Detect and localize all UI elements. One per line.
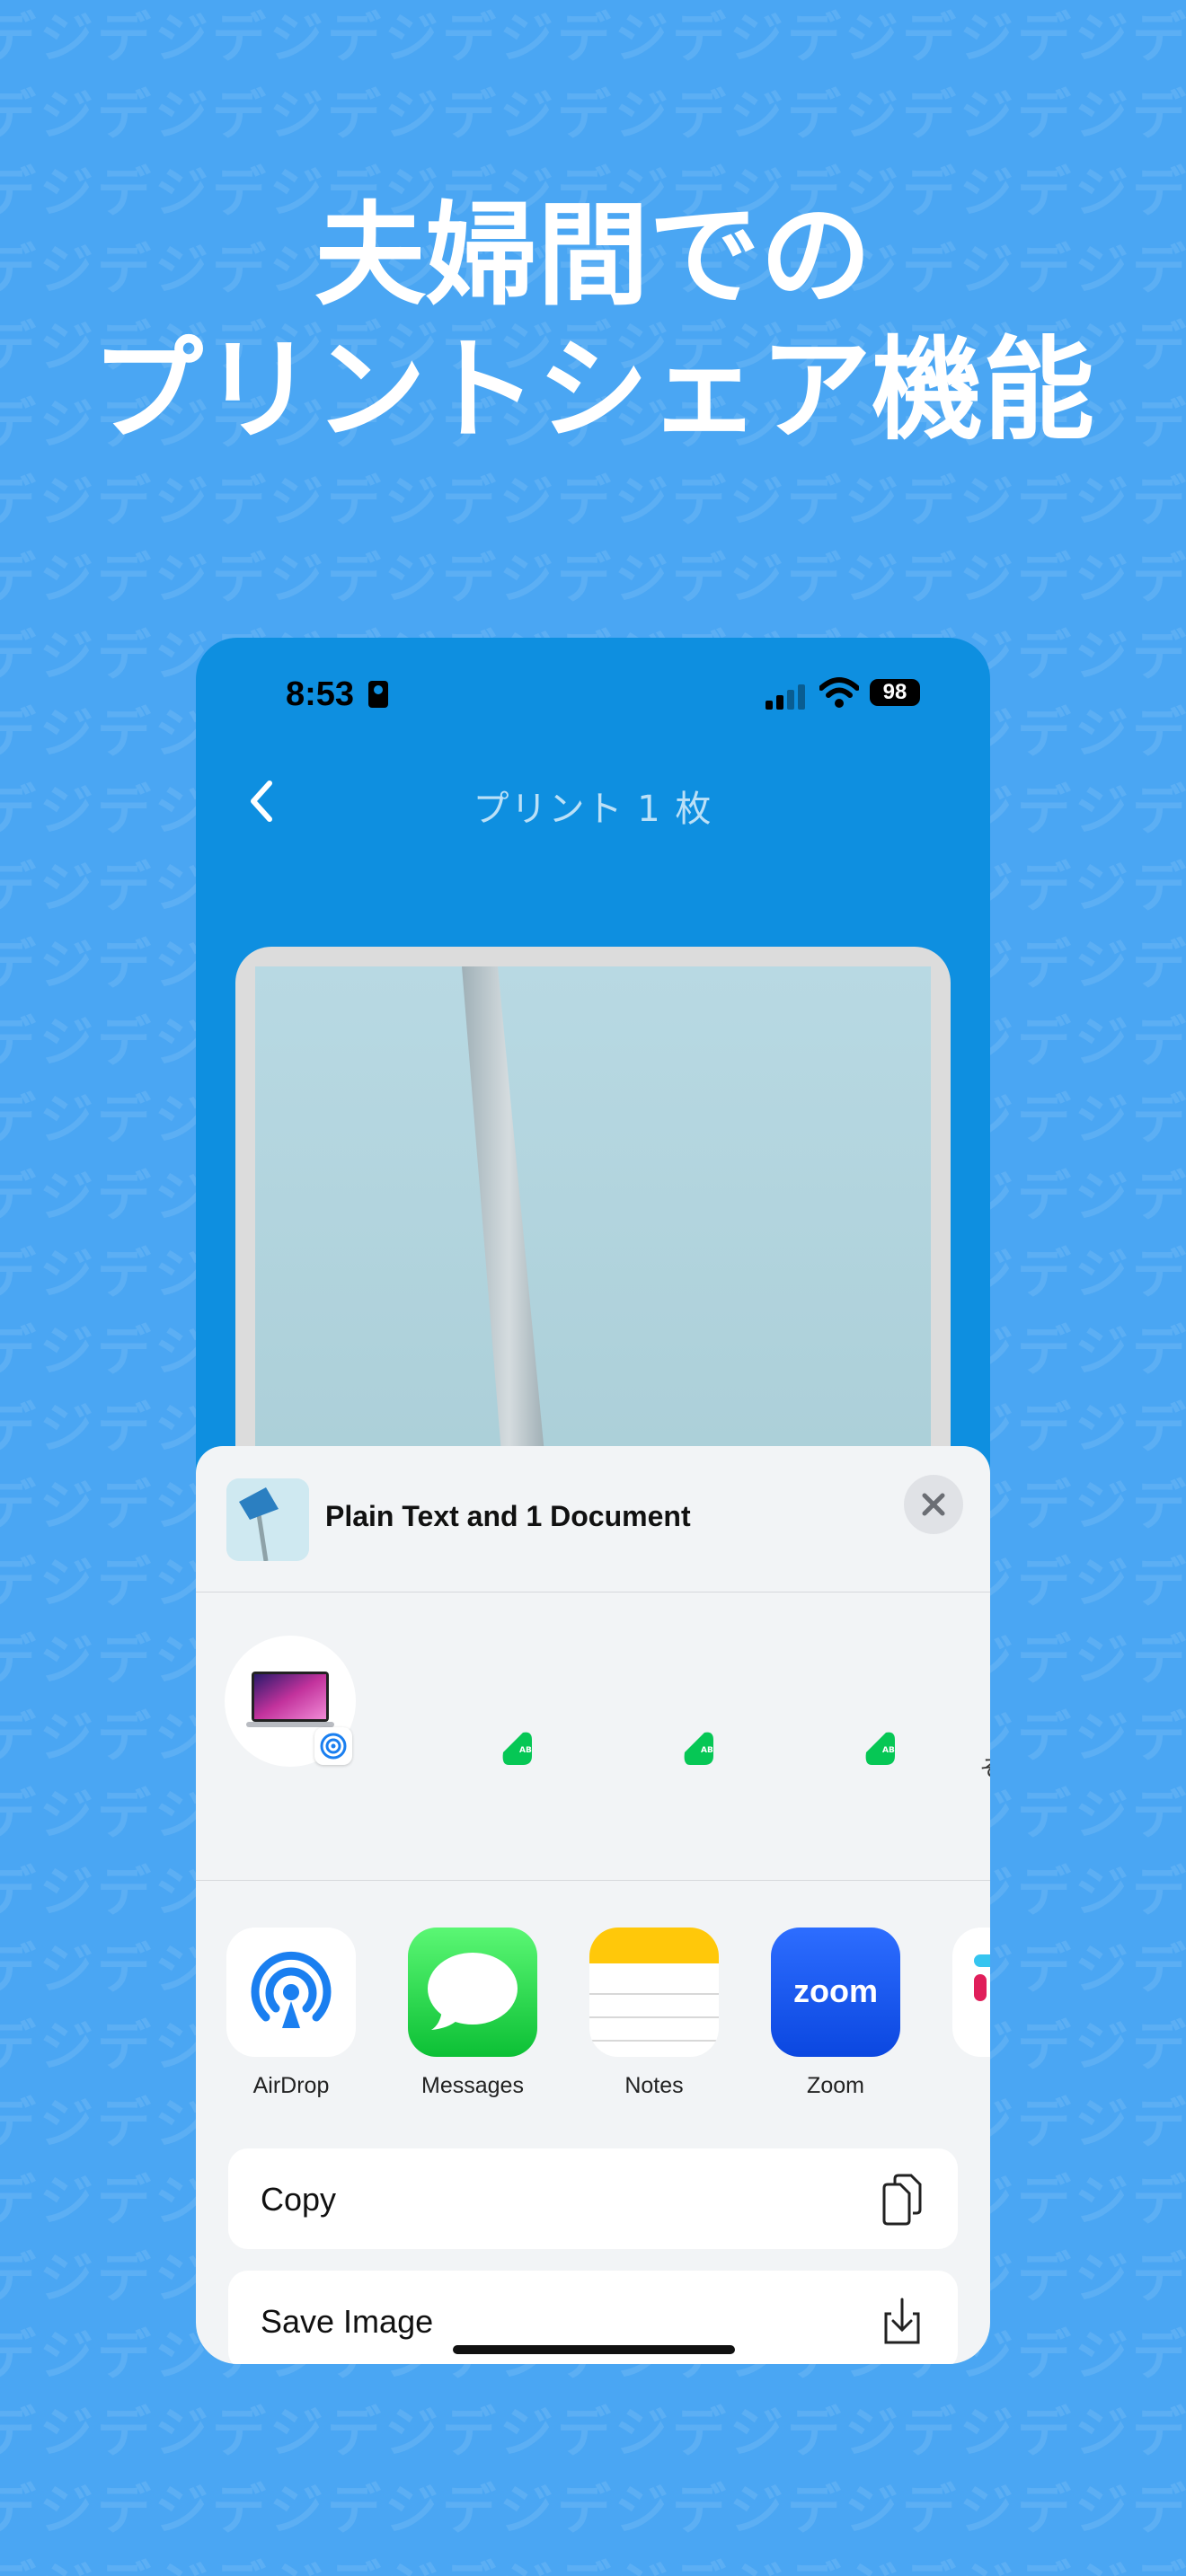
headline-line-1: 夫婦間での (314, 191, 872, 321)
share-sheet-title: Plain Text and 1 Document (325, 1500, 691, 1532)
app-notes[interactable]: Notes (589, 1928, 719, 2099)
slack-icon (952, 1928, 990, 2057)
copy-icon (882, 2174, 922, 2226)
svg-text:AB: AB (519, 1746, 532, 1755)
zoom-wordmark: zoom (793, 1972, 878, 2009)
headline-line-2: プリントシェア機能 (91, 326, 1094, 455)
truncated-contact-label: そ (979, 1751, 990, 1784)
share-sheet-header: Plain Text and 1 Document (196, 1446, 990, 1592)
app-label: Notes (624, 2073, 684, 2098)
status-bar: 8:53 98 (196, 638, 990, 763)
home-indicator (453, 2345, 735, 2354)
airdrop-badge (314, 1727, 352, 1765)
app-airdrop[interactable]: AirDrop (226, 1928, 356, 2099)
zoom-icon: zoom (771, 1928, 900, 2057)
app-label: Messages (421, 2073, 524, 2098)
phone-screen: 8:53 98 プリント 1 枚 Plain Text and 1 Docume… (196, 638, 990, 2364)
app-zoom[interactable]: zoom Zoom (771, 1928, 900, 2099)
close-button[interactable] (904, 1475, 963, 1534)
nav-title: プリント 1 枚 (473, 789, 713, 830)
wifi-icon (819, 677, 859, 708)
app-label: AirDrop (252, 2073, 330, 2098)
line-contact-icon[interactable]: AB (496, 1725, 539, 1769)
marketing-headline: 夫婦間での プリントシェア機能 (0, 189, 1186, 458)
airdrop-badge-icon (320, 1733, 347, 1760)
share-people-row: AB AB AB そ (196, 1592, 990, 1881)
status-time: 8:53 (286, 675, 355, 713)
line-contact-icon[interactable]: AB (859, 1725, 902, 1769)
svg-text:AB: AB (882, 1746, 895, 1755)
share-sheet: Plain Text and 1 Document AB AB AB AirDr… (196, 1446, 990, 2364)
app-messages[interactable]: Messages (408, 1928, 537, 2099)
svg-text:AB: AB (701, 1746, 713, 1755)
copy-action-label: Copy (261, 2181, 337, 2218)
battery-indicator: 98 (870, 679, 920, 706)
close-icon (922, 1493, 945, 1516)
airdrop-icon (226, 1928, 356, 2057)
save-image-action-label: Save Image (261, 2303, 434, 2340)
share-thumbnail (226, 1478, 309, 1561)
messages-icon (408, 1928, 537, 2057)
copy-action[interactable]: Copy (228, 2148, 958, 2249)
app-partial[interactable] (952, 1928, 990, 2057)
app-label: Zoom (807, 2073, 864, 2098)
line-contact-icon[interactable]: AB (677, 1725, 721, 1769)
notes-icon (589, 1928, 719, 2057)
share-apps-row: AirDrop Messages Notes zoom Zoom (196, 1881, 990, 2123)
save-image-icon (884, 2298, 920, 2344)
id-card-icon (368, 681, 388, 708)
cellular-signal-icon (766, 683, 807, 710)
